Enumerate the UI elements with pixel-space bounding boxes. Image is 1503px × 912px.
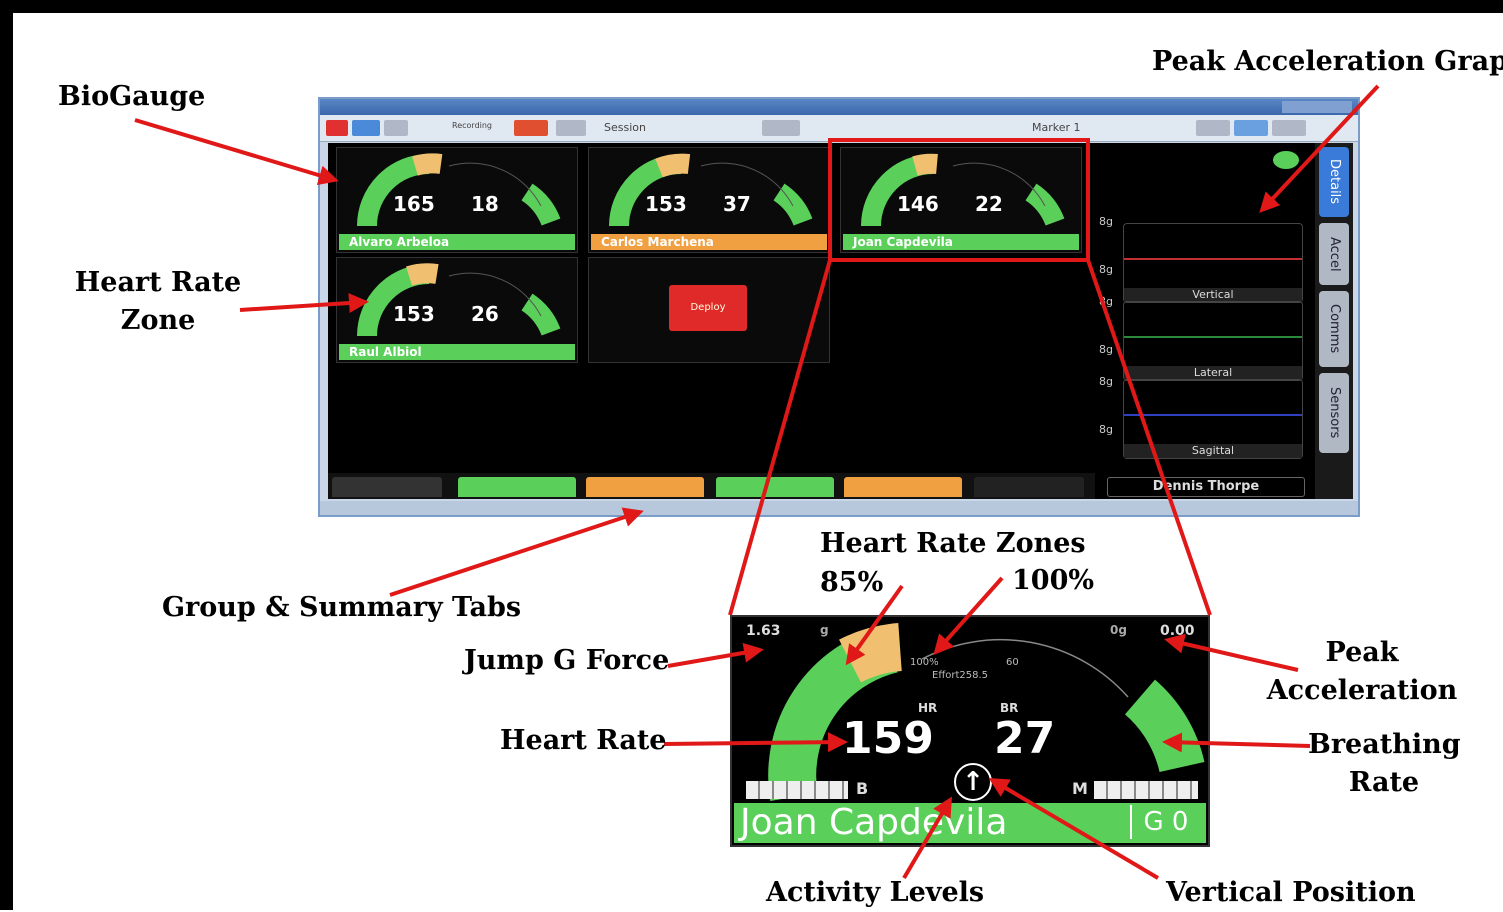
arrow-group-tabs: [389, 507, 644, 597]
label-peak-acceleration: Peak Acceleration: [1264, 634, 1460, 710]
label-heart-rate-zone: Heart Rate Zone: [72, 264, 244, 340]
arrow-activity: [902, 796, 953, 880]
annotation-overlay: [134, 84, 1380, 880]
label-group-summary-tabs: Group & Summary Tabs: [162, 592, 522, 623]
label-jump-g-force: Jump G Force: [464, 645, 670, 676]
arrow-peak-graph: [1259, 84, 1380, 213]
label-peak-acceleration-graph: Peak Acceleration Graph: [1152, 46, 1503, 77]
label-vertical-position: Vertical Position: [1166, 877, 1416, 908]
label-line: Peak: [1325, 637, 1399, 668]
arrow-vertical-pos: [988, 777, 1160, 880]
label-line: Acceleration: [1266, 675, 1458, 706]
label-heart-rate-zones: Heart Rate Zones: [820, 528, 1086, 559]
label-biogauge: BioGauge: [58, 81, 206, 112]
label-breathing-rate: Breathing Rate: [1308, 726, 1461, 802]
label-heart-rate: Heart Rate: [500, 725, 667, 756]
arrow-hr-zone: [239, 293, 369, 314]
label-activity-levels: Activity Levels: [766, 877, 985, 908]
zoom-highlight-box: [828, 138, 1090, 262]
label-85-percent: 85%: [820, 567, 884, 598]
arrow-breathing: [1162, 732, 1311, 753]
arrow-100: [933, 576, 1004, 655]
label-line: Zone: [120, 305, 196, 336]
arrow-heart-rate: [663, 732, 848, 753]
arrow-jump-g: [667, 642, 764, 668]
label-line: Breathing: [1308, 729, 1461, 760]
zoom-line-left: [728, 259, 832, 616]
arrow-biogauge: [134, 118, 339, 185]
label-100-percent: 100%: [1012, 565, 1095, 596]
label-line: Rate: [1348, 767, 1420, 798]
label-line: Heart Rate: [74, 267, 242, 298]
zoom-line-right: [1086, 259, 1212, 616]
